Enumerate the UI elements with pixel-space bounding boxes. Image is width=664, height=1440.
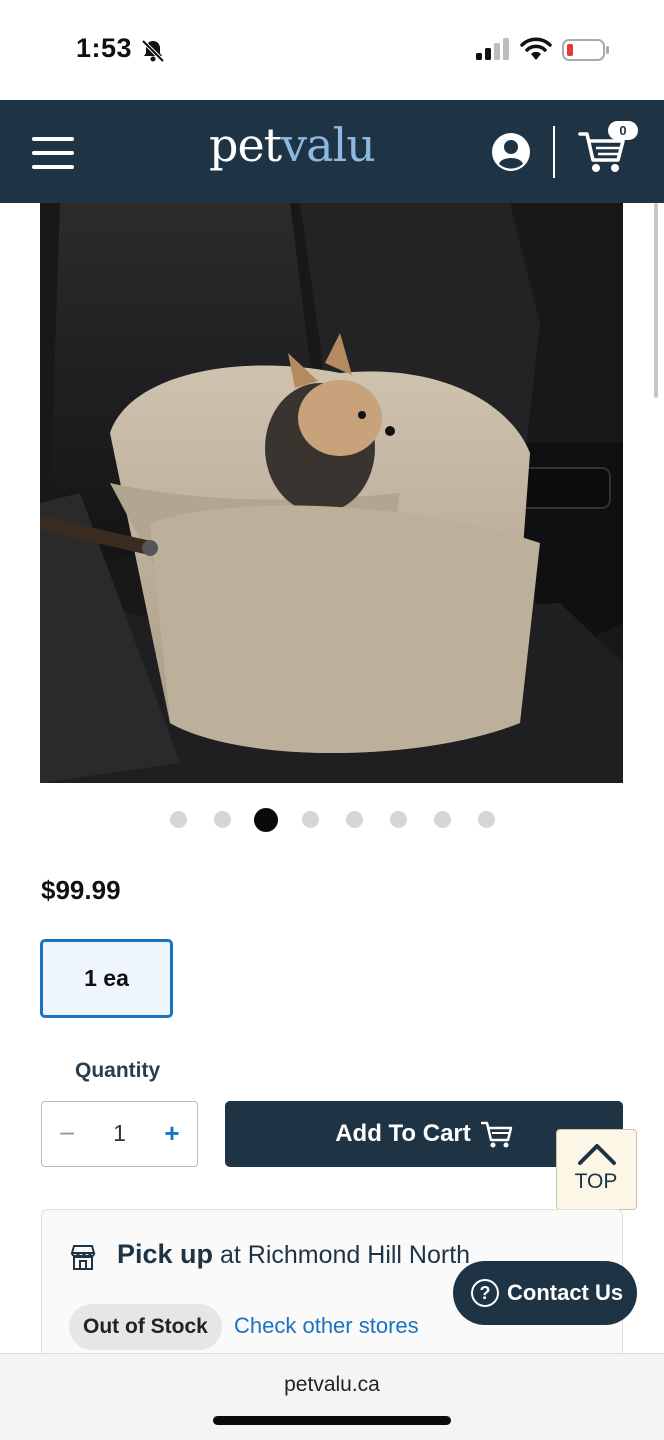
carousel-dot[interactable] bbox=[169, 811, 187, 828]
logo-text-valu: valu bbox=[281, 118, 376, 172]
quantity-decrease-button[interactable]: − bbox=[42, 1102, 92, 1165]
carousel-dot[interactable] bbox=[345, 811, 363, 828]
signal-icon bbox=[476, 38, 509, 60]
carousel-dot[interactable] bbox=[213, 811, 231, 828]
hamburger-menu-icon[interactable] bbox=[32, 135, 74, 171]
back-to-top-label: TOP bbox=[574, 1170, 618, 1193]
quantity-label: Quantity bbox=[75, 1059, 161, 1082]
cart-count-badge: 0 bbox=[608, 121, 638, 140]
header-divider bbox=[553, 126, 555, 178]
carousel-dot-active[interactable] bbox=[254, 808, 278, 832]
carousel-dot[interactable] bbox=[477, 811, 495, 828]
quantity-increase-button[interactable]: + bbox=[147, 1102, 197, 1165]
add-to-cart-label: Add To Cart bbox=[335, 1120, 471, 1147]
chevron-up-icon bbox=[578, 1144, 616, 1165]
wifi-icon bbox=[520, 37, 552, 60]
stock-status-badge: Out of Stock bbox=[69, 1304, 222, 1350]
product-price: $99.99 bbox=[41, 875, 121, 905]
pickup-store-name: at Richmond Hill North bbox=[213, 1241, 471, 1269]
battery-icon bbox=[562, 39, 609, 61]
store-icon bbox=[70, 1245, 96, 1270]
carousel-dot[interactable] bbox=[433, 811, 451, 828]
petvalu-logo[interactable]: petvalu bbox=[209, 118, 376, 172]
quantity-input[interactable]: 1 bbox=[92, 1102, 147, 1165]
help-icon: ? bbox=[471, 1279, 499, 1307]
home-indicator[interactable] bbox=[213, 1416, 451, 1425]
back-to-top-button[interactable]: TOP bbox=[556, 1129, 637, 1210]
carousel-dot[interactable] bbox=[389, 811, 407, 828]
carousel-dot[interactable] bbox=[301, 811, 319, 828]
browser-url[interactable]: petvalu.ca bbox=[0, 1373, 664, 1397]
check-other-stores-link[interactable]: Check other stores bbox=[234, 1313, 419, 1339]
product-photo-illustration bbox=[40, 203, 623, 783]
status-bar: 1:53 bbox=[0, 0, 664, 100]
size-option-1ea[interactable]: 1 ea bbox=[40, 939, 173, 1018]
bell-off-icon bbox=[141, 39, 165, 63]
contact-us-button[interactable]: ? Contact Us bbox=[453, 1261, 637, 1325]
product-image[interactable] bbox=[40, 203, 623, 783]
quantity-stepper: − 1 + bbox=[41, 1101, 198, 1167]
contact-us-label: Contact Us bbox=[507, 1280, 624, 1305]
cart-icon bbox=[480, 1121, 513, 1148]
page-scrollbar[interactable] bbox=[654, 203, 658, 398]
carousel-dots bbox=[0, 806, 664, 834]
logo-text-pet: pet bbox=[209, 118, 282, 172]
pickup-location-text: Pick up at Richmond Hill North bbox=[117, 1239, 470, 1270]
pickup-label: Pick up bbox=[117, 1239, 214, 1269]
account-icon[interactable] bbox=[491, 132, 531, 172]
status-time: 1:53 bbox=[76, 33, 133, 63]
